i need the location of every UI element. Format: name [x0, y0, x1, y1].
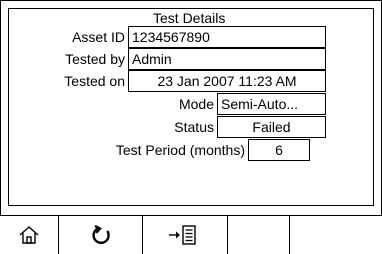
- panel-title: Test Details: [151, 10, 228, 26]
- refresh-icon: [90, 224, 112, 246]
- mode-field[interactable]: Semi-Auto...: [217, 93, 326, 115]
- home-icon: [18, 225, 40, 245]
- status-label: Status: [174, 119, 214, 135]
- test-period-label: Test Period (months): [115, 142, 245, 158]
- tested-by-field[interactable]: Admin: [128, 48, 326, 70]
- toolbar-slot-4[interactable]: [228, 216, 290, 254]
- home-button[interactable]: [0, 216, 59, 254]
- export-button[interactable]: [143, 216, 228, 254]
- mode-label: Mode: [178, 96, 214, 112]
- test-details-screen: Test Details Asset ID 1234567890 Tested …: [0, 0, 382, 254]
- refresh-button[interactable]: [59, 216, 143, 254]
- export-to-list-icon: [168, 224, 202, 246]
- asset-id-label: Asset ID: [72, 29, 125, 45]
- asset-id-field[interactable]: 1234567890: [128, 26, 326, 48]
- tested-on-field[interactable]: 23 Jan 2007 11:23 AM: [128, 70, 326, 92]
- status-field[interactable]: Failed: [217, 116, 326, 138]
- test-period-field[interactable]: 6: [248, 139, 310, 161]
- bottom-toolbar: [0, 215, 382, 254]
- tested-on-label: Tested on: [64, 73, 125, 89]
- tested-by-label: Tested by: [65, 51, 125, 67]
- toolbar-slot-5[interactable]: [290, 216, 382, 254]
